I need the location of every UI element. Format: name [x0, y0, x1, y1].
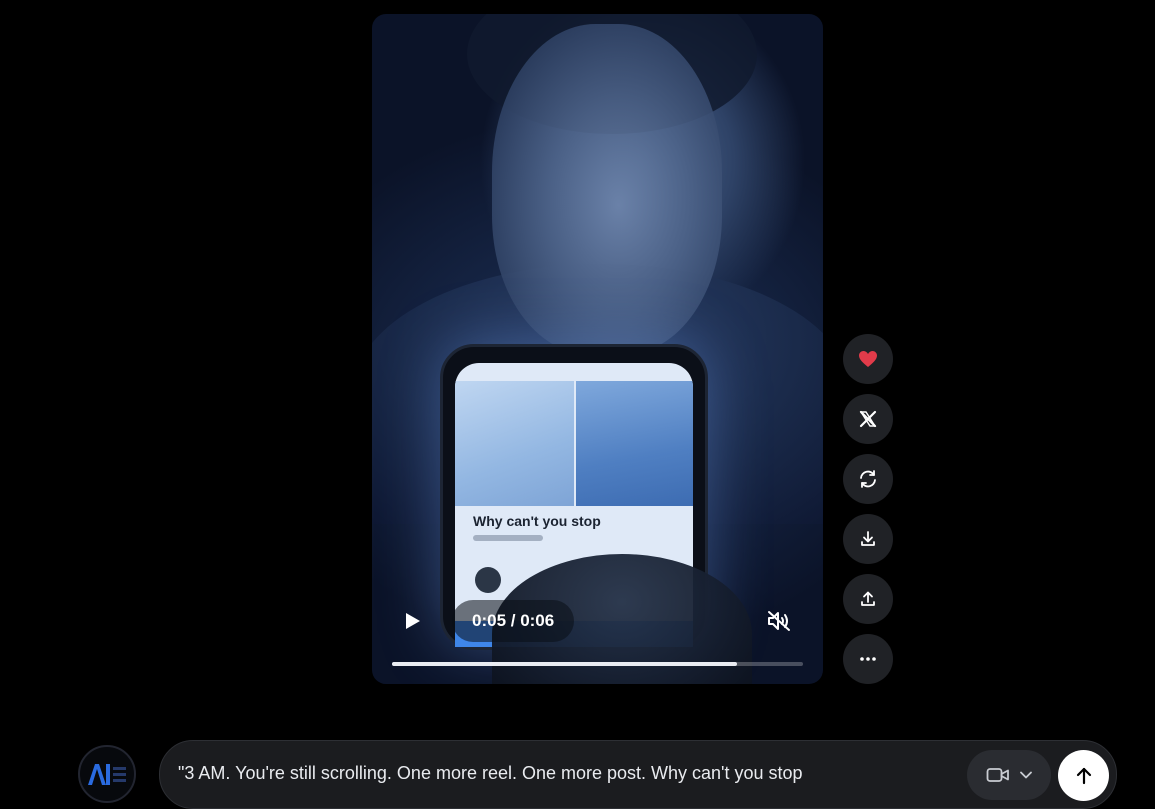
- video-camera-icon: [986, 766, 1010, 784]
- phone-post-avatar: [475, 567, 501, 593]
- phone-thumbnail-left: [455, 381, 574, 506]
- share-on-x-button[interactable]: [843, 394, 893, 444]
- arrow-up-icon: [1074, 766, 1094, 786]
- prompt-bar: "3 AM. You're still scrolling. One more …: [159, 740, 1117, 809]
- refresh-icon: [858, 469, 878, 489]
- video-player[interactable]: Why can't you stop: [372, 14, 823, 684]
- more-options-button[interactable]: [843, 634, 893, 684]
- x-logo-icon: [859, 410, 877, 428]
- avatar[interactable]: [78, 745, 136, 803]
- volume-muted-icon: [766, 609, 792, 633]
- brand-logo-icon: [86, 760, 128, 788]
- download-icon: [858, 529, 878, 549]
- phone-post-title: Why can't you stop: [473, 513, 601, 529]
- prompt-input[interactable]: "3 AM. You're still scrolling. One more …: [178, 763, 938, 784]
- time-display: 0:05 / 0:06: [452, 600, 575, 642]
- play-icon: [402, 611, 422, 631]
- video-frame-face: [492, 24, 722, 354]
- play-button[interactable]: [390, 600, 434, 642]
- send-button[interactable]: [1058, 750, 1109, 801]
- heart-icon: [858, 350, 878, 368]
- video-progress-bar[interactable]: [392, 662, 803, 666]
- chevron-down-icon: [1020, 771, 1032, 779]
- phone-post-subtitle: [473, 535, 543, 541]
- upload-button[interactable]: [843, 574, 893, 624]
- video-progress-fill: [392, 662, 738, 666]
- mute-button[interactable]: [757, 600, 801, 642]
- more-icon: [858, 656, 878, 662]
- regenerate-button[interactable]: [843, 454, 893, 504]
- upload-icon: [858, 589, 878, 609]
- generation-mode-select[interactable]: [967, 750, 1051, 800]
- like-button[interactable]: [843, 334, 893, 384]
- download-button[interactable]: [843, 514, 893, 564]
- phone-thumbnail-right: [576, 381, 693, 506]
